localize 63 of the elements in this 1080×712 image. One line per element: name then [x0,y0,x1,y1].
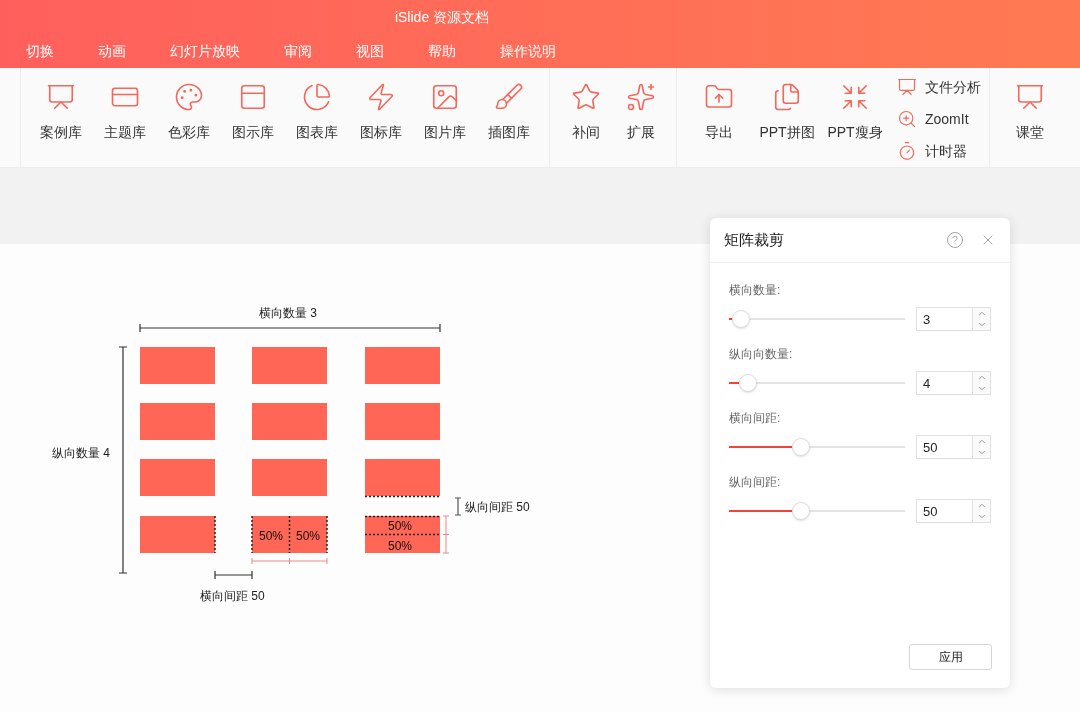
presentation-icon [1015,82,1045,112]
lightning-icon [366,82,396,112]
toolbar-button[interactable]: PPT拼图 [753,82,821,143]
toolbar-button[interactable]: 色彩库 [157,82,221,143]
percent-label: 50% [296,528,321,545]
palette-icon [174,82,204,112]
percent-label: 50% [388,538,413,555]
slider-thumb[interactable] [792,502,811,520]
toolbar-button[interactable]: PPT瘦身 [821,82,889,143]
toolbar-button[interactable]: 插图库 [477,82,541,143]
toolbar-button[interactable]: 扩展 [613,82,668,143]
stepper[interactable] [973,435,991,459]
image-icon [430,82,460,112]
toolbar-button[interactable]: 文件分析 [897,74,981,100]
columns-label: 横向数量 3 [259,305,317,322]
gap-dimension-line [454,497,462,516]
dialog-title: 矩阵裁剪 [724,229,785,250]
shrink-icon [840,82,870,112]
star-icon [570,82,601,112]
slider-thumb[interactable] [732,310,751,328]
panel-icon [238,82,268,112]
toolbar-button[interactable]: 案例库 [29,82,93,143]
gap-label: 横向间距 50 [200,588,265,605]
brush-icon [494,82,524,112]
toolbar-button[interactable]: 主题库 [93,82,157,143]
help-icon[interactable] [946,231,964,249]
toolbar-button[interactable]: 课堂 [998,82,1062,143]
timer-icon [897,141,917,161]
stepper[interactable] [973,371,991,395]
toolbar-button[interactable]: 图表库 [285,82,349,143]
slider-thumb[interactable] [792,438,811,456]
monitor-icon [897,77,917,97]
field-label: 横向数量: [729,282,782,299]
toolbar-button[interactable]: 计时器 [897,138,981,164]
field-label: 横向间距: [729,410,782,427]
toolbar-button[interactable]: ZoomIt [897,106,981,132]
window-title: iSlide 资源文档 [394,7,490,27]
pages-icon [772,82,802,112]
number-field[interactable]: 50 [916,499,973,523]
toolbar-button[interactable]: 补间 [558,82,613,143]
toolbar-button[interactable]: 导出 [685,82,753,143]
percent-label: 50% [388,518,413,535]
zoom-in-icon [897,109,917,129]
number-field[interactable]: 4 [916,371,973,395]
gap-dimension-line [214,570,253,580]
presentation-icon [46,82,76,112]
half-height-dimension-line [442,515,450,554]
toolbar-button[interactable]: 图片库 [413,82,477,143]
sparkle-star-icon [625,82,656,112]
number-field[interactable]: 50 [916,435,973,459]
number-field[interactable]: 3 [916,307,973,331]
stepper[interactable] [973,307,991,331]
percent-label: 50% [259,528,284,545]
gap-label: 纵向间距 50 [465,499,530,516]
field-label: 纵向间距: [729,474,782,491]
stepper[interactable] [973,499,991,523]
toolbar-button[interactable]: 图标库 [349,82,413,143]
pie-chart-icon [302,82,332,112]
rows-label: 纵向数量 4 [52,445,110,462]
apply-button[interactable]: 应用 [909,644,992,670]
toolbar-button[interactable]: 图示库 [221,82,285,143]
slider-thumb[interactable] [739,374,758,392]
field-label: 纵向向数量: [729,346,794,363]
